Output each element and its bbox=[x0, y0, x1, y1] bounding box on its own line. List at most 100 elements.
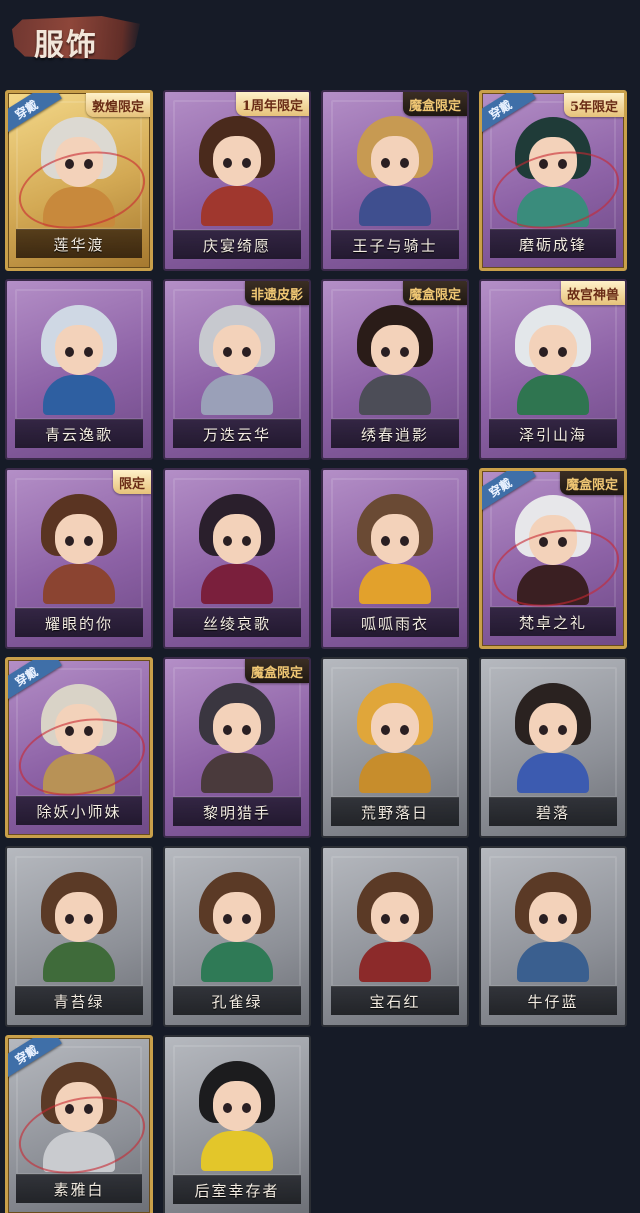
costume-label-bar: 黎明猎手 bbox=[173, 797, 301, 826]
costume-name: 青云逸歌 bbox=[44, 425, 113, 444]
portrait-outfit bbox=[201, 1131, 273, 1171]
costume-label-bar: 万迭云华 bbox=[173, 419, 301, 448]
costume-label-bar: 孔雀绿 bbox=[173, 986, 301, 1015]
portrait-face bbox=[529, 703, 577, 753]
portrait-face bbox=[213, 325, 261, 375]
portrait-eye bbox=[65, 536, 74, 546]
portrait-face bbox=[371, 325, 419, 375]
limited-edition-badge: 1周年限定 bbox=[235, 92, 309, 116]
portrait-outfit bbox=[359, 375, 431, 415]
portrait-face bbox=[213, 514, 261, 564]
character-portrait bbox=[353, 492, 437, 604]
costume-card[interactable]: 青苔绿 bbox=[5, 846, 153, 1027]
portrait-eye bbox=[242, 536, 251, 546]
character-portrait bbox=[195, 303, 279, 415]
costume-card[interactable]: 魔盒限定 绣春逍影 bbox=[321, 279, 469, 460]
portrait-eye bbox=[65, 914, 74, 924]
costume-name: 梵卓之礼 bbox=[518, 613, 587, 632]
portrait-outfit bbox=[359, 942, 431, 982]
costume-name: 呱呱雨衣 bbox=[360, 614, 429, 633]
costume-label-bar: 庆宴绮愿 bbox=[173, 230, 301, 259]
character-portrait bbox=[511, 870, 595, 982]
character-portrait bbox=[37, 492, 121, 604]
portrait-eye bbox=[381, 347, 390, 357]
portrait-eye bbox=[223, 914, 232, 924]
portrait-face bbox=[371, 136, 419, 186]
costume-card[interactable]: 牛仔蓝 bbox=[479, 846, 627, 1027]
costume-card[interactable]: 丝绫哀歌 bbox=[163, 468, 311, 649]
portrait-outfit bbox=[43, 375, 115, 415]
character-portrait bbox=[353, 681, 437, 793]
costume-name: 绣春逍影 bbox=[360, 425, 429, 444]
portrait-face bbox=[55, 892, 103, 942]
costume-card[interactable]: 穿戴 魔盒限定 梵卓之礼 bbox=[479, 468, 627, 649]
character-portrait bbox=[511, 303, 595, 415]
costume-card[interactable]: 故宫神兽泽引山海 bbox=[479, 279, 627, 460]
costume-name: 青苔绿 bbox=[53, 992, 105, 1011]
costume-name: 荒野落日 bbox=[360, 803, 429, 822]
character-portrait bbox=[195, 114, 279, 226]
portrait-outfit bbox=[43, 564, 115, 604]
character-portrait bbox=[353, 303, 437, 415]
costume-label-bar: 泽引山海 bbox=[489, 419, 617, 448]
costume-card[interactable]: 青云逸歌 bbox=[5, 279, 153, 460]
costume-card[interactable]: 后室幸存者 bbox=[163, 1035, 311, 1213]
costume-grid: 穿戴 敦煌限定 莲华渡 1周年限定 庆宴绮愿 魔盒限定 王子与骑士 穿戴 5年限定 磨砺成锋 青云逸… bbox=[5, 90, 627, 1213]
costume-card[interactable]: 穿戴 素雅白 bbox=[5, 1035, 153, 1213]
portrait-outfit bbox=[201, 564, 273, 604]
portrait-outfit bbox=[201, 186, 273, 226]
costume-card[interactable]: 穿戴 除妖小师妹 bbox=[5, 657, 153, 838]
costume-label-bar: 呱呱雨衣 bbox=[331, 608, 459, 637]
portrait-face bbox=[529, 325, 577, 375]
costume-card[interactable]: 非遗皮影 万迭云华 bbox=[163, 279, 311, 460]
costume-name: 莲华渡 bbox=[53, 235, 105, 254]
costume-card[interactable]: 限定 耀眼的你 bbox=[5, 468, 153, 649]
portrait-face bbox=[213, 892, 261, 942]
page-title: 服饰 bbox=[34, 28, 98, 63]
costume-label-bar: 后室幸存者 bbox=[173, 1175, 301, 1204]
portrait-face bbox=[213, 703, 261, 753]
costume-name: 宝石红 bbox=[369, 992, 421, 1011]
costume-card[interactable]: 穿戴 5年限定 磨砺成锋 bbox=[479, 90, 627, 271]
costume-card[interactable]: 呱呱雨衣 bbox=[321, 468, 469, 649]
portrait-eye bbox=[539, 347, 548, 357]
costume-card[interactable]: 魔盒限定 王子与骑士 bbox=[321, 90, 469, 271]
costume-label-bar: 梵卓之礼 bbox=[490, 607, 616, 636]
character-portrait bbox=[37, 303, 121, 415]
portrait-eye bbox=[400, 914, 409, 924]
portrait-eye bbox=[242, 158, 251, 168]
character-portrait bbox=[195, 870, 279, 982]
costume-name: 万迭云华 bbox=[202, 425, 271, 444]
portrait-face bbox=[371, 514, 419, 564]
costume-name: 孔雀绿 bbox=[211, 992, 263, 1011]
character-portrait bbox=[37, 870, 121, 982]
limited-edition-badge: 故宫神兽 bbox=[560, 281, 625, 305]
character-portrait bbox=[195, 681, 279, 793]
portrait-outfit bbox=[201, 942, 273, 982]
portrait-eye bbox=[242, 914, 251, 924]
costume-card[interactable]: 碧落 bbox=[479, 657, 627, 838]
costume-card[interactable]: 荒野落日 bbox=[321, 657, 469, 838]
portrait-eye bbox=[84, 914, 93, 924]
costume-label-bar: 荒野落日 bbox=[331, 797, 459, 826]
costume-card[interactable]: 宝石红 bbox=[321, 846, 469, 1027]
costume-label-bar: 青苔绿 bbox=[15, 986, 143, 1015]
character-portrait bbox=[195, 492, 279, 604]
costume-card[interactable]: 穿戴 敦煌限定 莲华渡 bbox=[5, 90, 153, 271]
limited-edition-badge: 魔盒限定 bbox=[559, 471, 624, 495]
portrait-face bbox=[55, 514, 103, 564]
limited-edition-badge: 限定 bbox=[112, 470, 151, 494]
portrait-eye bbox=[84, 536, 93, 546]
worn-ring-decoration bbox=[485, 518, 624, 618]
character-portrait bbox=[195, 1059, 279, 1171]
character-portrait bbox=[353, 114, 437, 226]
costume-card[interactable]: 魔盒限定 黎明猎手 bbox=[163, 657, 311, 838]
costume-card[interactable]: 1周年限定庆宴绮愿 bbox=[163, 90, 311, 271]
portrait-outfit bbox=[201, 753, 273, 793]
portrait-outfit bbox=[517, 753, 589, 793]
costume-card[interactable]: 孔雀绿 bbox=[163, 846, 311, 1027]
costume-page: 服饰 穿戴 敦煌限定 莲华渡 1周年限定 庆宴绮愿 魔盒限定 王子与骑士 穿戴 5年限定 磨砺成锋… bbox=[0, 0, 640, 1213]
portrait-outfit bbox=[359, 564, 431, 604]
portrait-outfit bbox=[359, 753, 431, 793]
portrait-eye bbox=[223, 347, 232, 357]
